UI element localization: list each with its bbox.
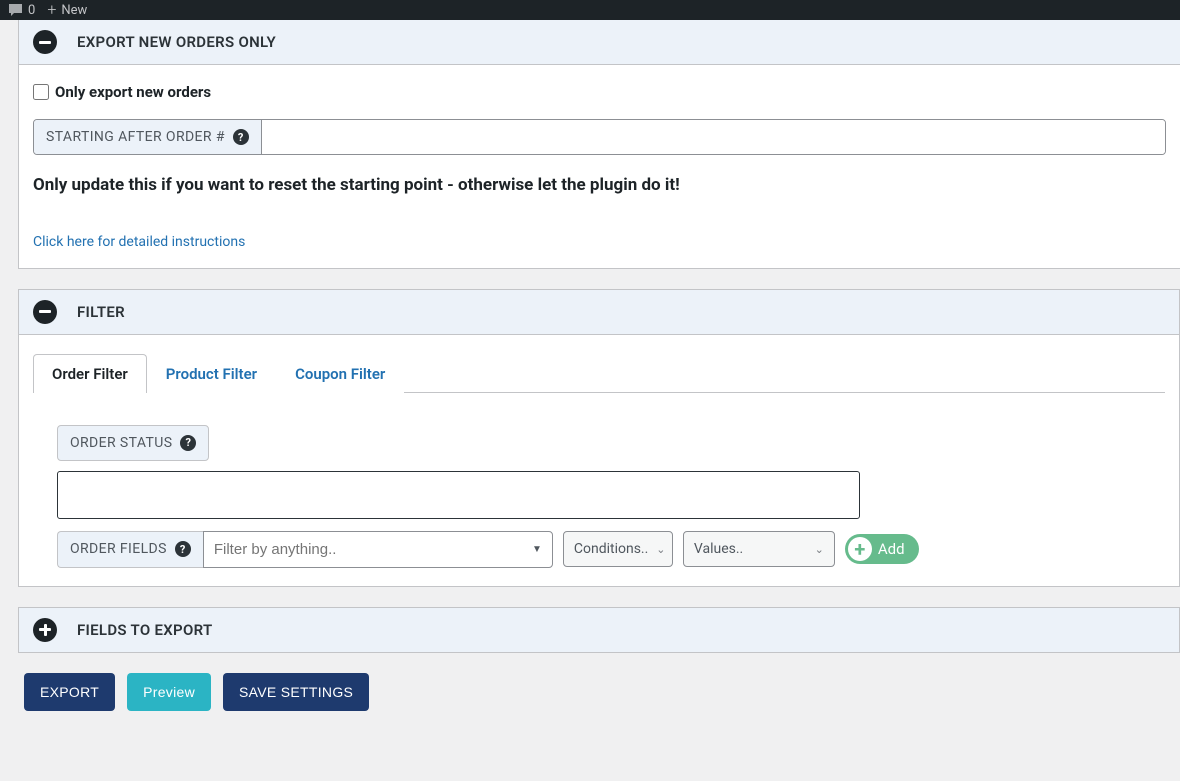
- tab-product-filter[interactable]: Product Filter: [147, 354, 276, 393]
- order-status-label: ORDER STATUS ?: [57, 425, 209, 461]
- export-new-orders-body: Only export new orders STARTING AFTER OR…: [19, 65, 1180, 268]
- filter-by-select[interactable]: ▼: [203, 531, 553, 568]
- plus-circle-icon: +: [848, 537, 872, 561]
- order-status-input[interactable]: [57, 471, 860, 519]
- new-label: New: [61, 3, 87, 18]
- save-settings-button[interactable]: SAVE SETTINGS: [223, 673, 369, 711]
- comment-icon: [8, 3, 23, 17]
- order-fields-label: ORDER FIELDS ?: [57, 531, 203, 568]
- reset-warning-text: Only update this if you want to reset th…: [33, 173, 1166, 199]
- filter-header[interactable]: FILTER: [19, 290, 1179, 335]
- admin-top-bar: 0 + New: [0, 0, 1180, 20]
- values-select[interactable]: Values.. ⌄: [683, 531, 835, 567]
- only-export-new-checkbox[interactable]: [33, 84, 49, 100]
- export-new-orders-panel: EXPORT NEW ORDERS ONLY Only export new o…: [18, 20, 1180, 269]
- preview-button[interactable]: Preview: [127, 673, 211, 711]
- export-button[interactable]: EXPORT: [24, 673, 115, 711]
- export-new-orders-header[interactable]: EXPORT NEW ORDERS ONLY: [19, 20, 1180, 65]
- collapse-icon: [33, 300, 57, 324]
- fields-to-export-header[interactable]: FIELDS TO EXPORT: [19, 608, 1179, 652]
- chevron-down-icon: ⌄: [815, 543, 824, 556]
- chevron-down-icon: ⌄: [656, 543, 665, 556]
- instructions-link[interactable]: Click here for detailed instructions: [33, 234, 245, 250]
- action-buttons: EXPORT Preview SAVE SETTINGS: [18, 673, 1180, 729]
- panel-title: EXPORT NEW ORDERS ONLY: [77, 33, 276, 51]
- add-filter-button[interactable]: + Add: [845, 534, 919, 564]
- tab-order-filter[interactable]: Order Filter: [33, 354, 147, 393]
- only-export-new-label[interactable]: Only export new orders: [55, 83, 211, 101]
- collapse-icon: [33, 30, 57, 54]
- filter-by-input[interactable]: [204, 532, 522, 567]
- plus-icon: +: [47, 2, 56, 18]
- order-fields-row: ORDER FIELDS ? ▼ Conditions.. ⌄ Values: [57, 531, 957, 568]
- chevron-down-icon: ▼: [522, 544, 552, 555]
- conditions-select[interactable]: Conditions.. ⌄: [563, 531, 673, 567]
- help-icon[interactable]: ?: [180, 435, 196, 451]
- panel-title: FIELDS TO EXPORT: [77, 621, 213, 639]
- expand-icon: [33, 618, 57, 642]
- starting-after-input[interactable]: [262, 120, 1165, 154]
- starting-after-label: STARTING AFTER ORDER # ?: [34, 120, 262, 154]
- fields-to-export-panel: FIELDS TO EXPORT: [18, 607, 1180, 653]
- tab-coupon-filter[interactable]: Coupon Filter: [276, 354, 404, 393]
- new-link[interactable]: + New: [47, 2, 87, 18]
- filter-body: Order Filter Product Filter Coupon Filte…: [19, 335, 1179, 586]
- starting-after-row: STARTING AFTER ORDER # ?: [33, 119, 1166, 155]
- filter-tabs: Order Filter Product Filter Coupon Filte…: [33, 353, 1165, 393]
- comments-link[interactable]: 0: [8, 3, 35, 18]
- help-icon[interactable]: ?: [233, 129, 249, 145]
- comment-count: 0: [28, 3, 35, 18]
- panel-title: FILTER: [77, 303, 125, 321]
- filter-panel: FILTER Order Filter Product Filter Coupo…: [18, 289, 1180, 587]
- help-icon[interactable]: ?: [175, 541, 191, 557]
